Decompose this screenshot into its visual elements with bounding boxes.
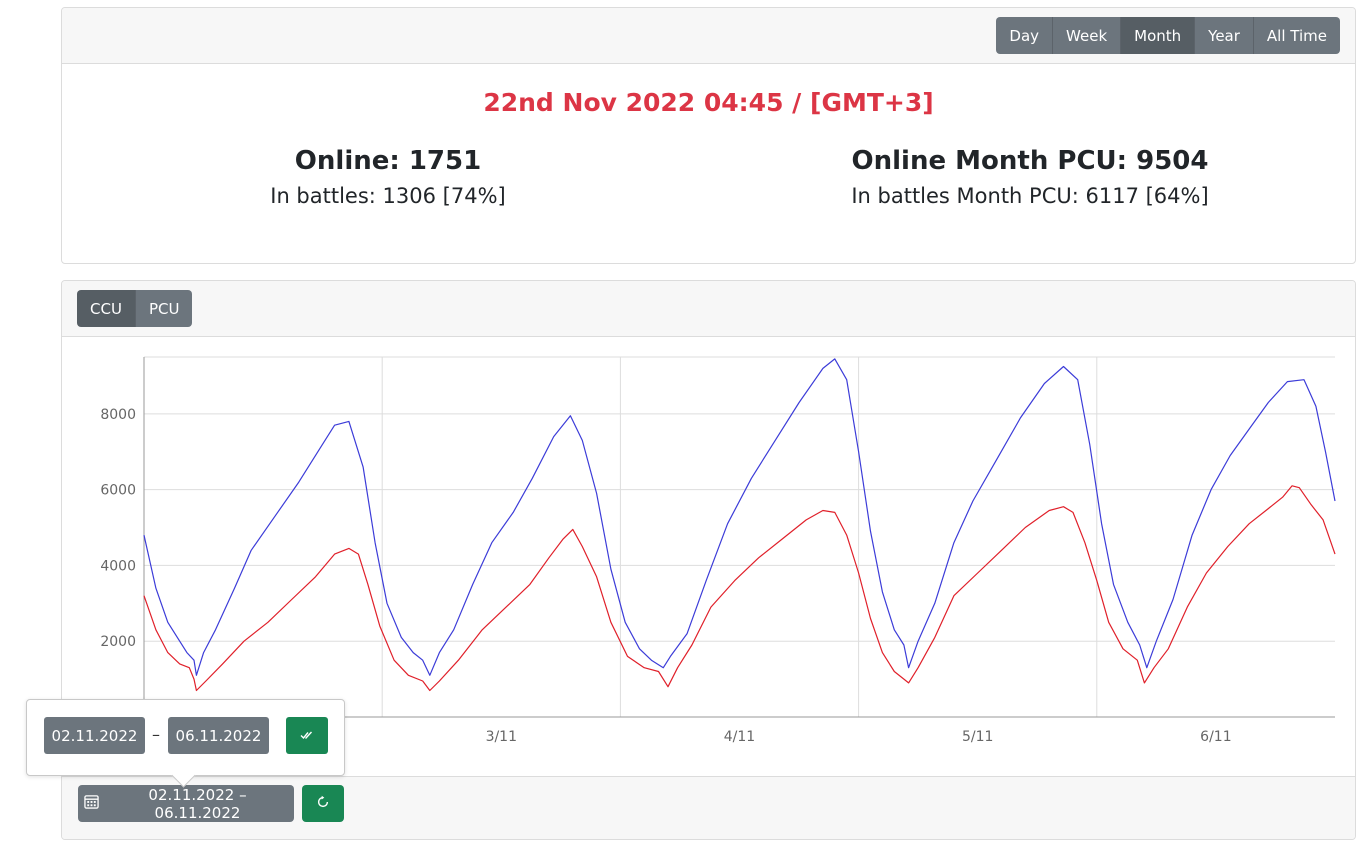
double-check-icon (300, 728, 314, 743)
month-pcu-stat: Online Month PCU: 9504 In battles Month … (720, 146, 1340, 208)
online-count: Online: 1751 (294, 146, 482, 176)
x-tick-label: 4/11 (724, 729, 755, 745)
range-day-button[interactable]: Day (996, 17, 1054, 54)
date-to-input[interactable] (168, 717, 269, 754)
x-tick-label: 6/11 (1200, 729, 1231, 745)
range-year-button[interactable]: Year (1195, 17, 1254, 54)
chart-card-header: CCU PCU (62, 281, 1355, 337)
date-picker-popover: – (26, 699, 345, 788)
month-pcu-count: Online Month PCU: 9504 (851, 146, 1209, 176)
y-tick-label: 2000 (100, 634, 136, 650)
online-stat: Online: 1751 In battles: 1306 [74%] (78, 146, 698, 208)
x-tick-label: 5/11 (962, 729, 993, 745)
range-week-button[interactable]: Week (1053, 17, 1122, 54)
refresh-button[interactable] (302, 785, 344, 822)
in-battles-count: In battles: 1306 [74%] (270, 184, 506, 208)
metric-ccu-button[interactable]: CCU (77, 290, 136, 327)
range-month-button[interactable]: Month (1121, 17, 1196, 54)
apply-date-button[interactable] (286, 717, 328, 754)
chart-card-footer: 02.11.2022 – 06.11.2022 (62, 776, 1355, 839)
summary-card: Day Week Month Year All Time 22nd Nov 20… (61, 7, 1356, 264)
y-tick-label: 4000 (100, 558, 136, 574)
refresh-icon (316, 795, 330, 812)
metric-pcu-button[interactable]: PCU (135, 290, 193, 327)
date-from-input[interactable] (44, 717, 145, 754)
summary-card-header: Day Week Month Year All Time (62, 8, 1355, 64)
y-tick-label: 8000 (100, 407, 136, 423)
date-separator: – (152, 725, 160, 744)
y-tick-label: 6000 (100, 483, 136, 499)
calendar-icon (84, 794, 99, 813)
month-battles-pcu-count: In battles Month PCU: 6117 [64%] (851, 184, 1209, 208)
date-range-button[interactable]: 02.11.2022 – 06.11.2022 (78, 785, 294, 822)
current-datetime: 22nd Nov 2022 04:45 / [GMT+3] (483, 88, 934, 117)
series-line-online (143, 358, 1336, 676)
date-range-label: 02.11.2022 – 06.11.2022 (148, 785, 247, 822)
range-all-time-button[interactable]: All Time (1253, 17, 1340, 54)
x-tick-label: 3/11 (486, 729, 517, 745)
series-line-in-battles (143, 485, 1336, 692)
time-range-selector: Day Week Month Year All Time (996, 17, 1340, 54)
metric-selector: CCU PCU (77, 290, 193, 327)
